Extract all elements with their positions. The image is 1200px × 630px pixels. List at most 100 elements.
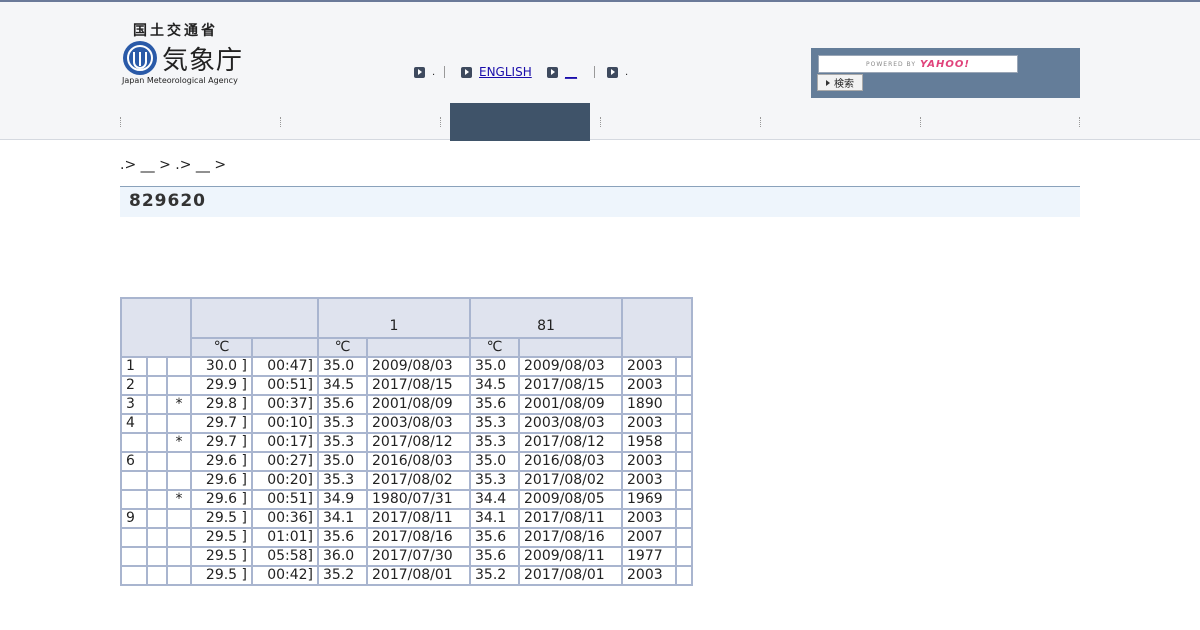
cell-year: 2003 — [621, 508, 677, 529]
cell-mark — [166, 470, 192, 491]
english-link[interactable]: ENGLISH — [479, 65, 532, 79]
cell-rank — [120, 470, 148, 491]
search-button[interactable]: 検索 — [817, 74, 863, 91]
cell-blank — [675, 451, 693, 472]
cell-rank — [120, 489, 148, 510]
cell-temp: 29.5 ] — [190, 546, 253, 567]
cell-d2: 2017/08/12 — [518, 432, 623, 453]
cell-v1: 35.3 — [317, 470, 368, 491]
nav-tab-2[interactable] — [280, 103, 440, 141]
cell-year: 1958 — [621, 432, 677, 453]
nav-tab-active[interactable] — [450, 103, 590, 141]
table-row: 9 29.5 ] 00:36] 34.1 2017/08/11 34.1 2017/08/1… — [120, 508, 693, 529]
cell-blank — [675, 432, 693, 453]
nav-tab-5[interactable] — [760, 103, 920, 141]
cell-v2: 35.6 — [469, 527, 520, 548]
site-header: 国土交通省 気象庁 Japan Meteorological Agency . … — [0, 2, 1200, 141]
arrow-right-icon — [461, 66, 472, 78]
cell-temp: 29.8 ] — [190, 394, 253, 415]
cell-v2: 34.4 — [469, 489, 520, 510]
nav-tab-4[interactable] — [600, 103, 760, 141]
cell-d1: 2017/07/30 — [366, 546, 471, 567]
arrow-right-icon — [414, 66, 425, 78]
cell-v1: 35.2 — [317, 565, 368, 586]
cell-blank — [146, 527, 168, 548]
table-row: 29.5 ] 05:58] 36.0 2017/07/30 35.6 2009/08/11… — [120, 546, 693, 567]
cell-mark — [166, 508, 192, 529]
cell-d1: 2003/08/03 — [366, 413, 471, 434]
nav-tab-6[interactable] — [920, 103, 1080, 141]
cell-v1: 34.1 — [317, 508, 368, 529]
breadcrumb[interactable]: .> __ > .> __ > — [120, 157, 226, 173]
table-row: 29.5 ] 00:42] 35.2 2017/08/01 35.2 2017/08/01… — [120, 565, 693, 586]
header-link-3[interactable]: __ — [547, 62, 577, 82]
cell-year: 1890 — [621, 394, 677, 415]
table-row: 6 29.6 ] 00:27] 35.0 2016/08/03 35.0 2016/08/0… — [120, 451, 693, 472]
cell-year: 2003 — [621, 413, 677, 434]
arrow-right-icon — [547, 66, 558, 78]
cell-year: 2003 — [621, 375, 677, 396]
cell-rank: 3 — [120, 394, 148, 415]
cell-rank — [120, 565, 148, 586]
cell-rank — [120, 432, 148, 453]
table-header-group-c: 81 — [469, 297, 623, 339]
ranking-table: 1 81 ℃ ℃ ℃ 1 30.0 ] 00:47] 35.0 2009/08/03 35… — [120, 297, 693, 586]
cell-temp: 29.7 ] — [190, 413, 253, 434]
cell-v2: 34.5 — [469, 375, 520, 396]
table-row: 2 29.9 ] 00:51] 34.5 2017/08/15 34.5 2017/08/1… — [120, 375, 693, 396]
header-link-4[interactable]: . — [607, 62, 628, 82]
cell-v2: 35.6 — [469, 546, 520, 567]
unit-header: ℃ — [469, 337, 520, 358]
header-link-1[interactable]: . — [414, 62, 435, 82]
cell-rank: 2 — [120, 375, 148, 396]
cell-rank: 9 — [120, 508, 148, 529]
cell-time: 00:42] — [251, 565, 319, 586]
page-title: 829620 — [129, 191, 206, 211]
cell-v2: 35.0 — [469, 451, 520, 472]
cell-d2: 2017/08/15 — [518, 375, 623, 396]
agency-name-jp: 気象庁 — [162, 46, 244, 76]
table-row: 3 * 29.8 ] 00:37] 35.6 2001/08/09 35.6 2001/08/… — [120, 394, 693, 415]
cell-time: 00:36] — [251, 508, 319, 529]
cell-year: 2003 — [621, 565, 677, 586]
header-link-3-label[interactable]: __ — [565, 65, 577, 79]
header-link-english[interactable]: ENGLISH — [461, 62, 532, 82]
cell-blank — [675, 375, 693, 396]
agency-name-en: Japan Meteorological Agency — [122, 76, 238, 85]
cell-year: 2003 — [621, 451, 677, 472]
cell-d2: 2003/08/03 — [518, 413, 623, 434]
page-title-bar: 829620 — [120, 186, 1080, 217]
cell-time: 00:17] — [251, 432, 319, 453]
cell-blank — [675, 470, 693, 491]
ministry-name: 国土交通省 — [133, 23, 218, 39]
cell-rank: 4 — [120, 413, 148, 434]
nav-tab-1[interactable] — [120, 103, 280, 141]
cell-blank — [675, 565, 693, 586]
main-nav — [120, 103, 1080, 141]
search-input[interactable]: POWERED BY YAHOO! — [818, 55, 1018, 73]
cell-blank — [146, 470, 168, 491]
cell-v1: 35.0 — [317, 356, 368, 377]
cell-temp: 30.0 ] — [190, 356, 253, 377]
table-row: * 29.6 ] 00:51] 34.9 1980/07/31 34.4 2009/08/0… — [120, 489, 693, 510]
cell-temp: 29.6 ] — [190, 489, 253, 510]
jma-logo[interactable]: 国土交通省 気象庁 Japan Meteorological Agency — [122, 18, 247, 92]
powered-by-label: POWERED BY — [866, 60, 917, 68]
cell-blank — [146, 546, 168, 567]
cell-mark: * — [166, 432, 192, 453]
table-row: 1 30.0 ] 00:47] 35.0 2009/08/03 35.0 2009/08/0… — [120, 356, 693, 377]
cell-v2: 35.3 — [469, 470, 520, 491]
cell-v1: 34.9 — [317, 489, 368, 510]
cell-blank — [675, 413, 693, 434]
arrow-right-icon — [826, 79, 830, 86]
cell-year: 2007 — [621, 527, 677, 548]
cell-d1: 2001/08/09 — [366, 394, 471, 415]
cell-time: 00:47] — [251, 356, 319, 377]
cell-d1: 1980/07/31 — [366, 489, 471, 510]
cell-d1: 2017/08/16 — [366, 527, 471, 548]
cell-v2: 35.3 — [469, 413, 520, 434]
table-header-year — [621, 297, 693, 358]
cell-blank — [675, 394, 693, 415]
cell-d1: 2017/08/12 — [366, 432, 471, 453]
table-row: * 29.7 ] 00:17] 35.3 2017/08/12 35.3 2017/08/1… — [120, 432, 693, 453]
